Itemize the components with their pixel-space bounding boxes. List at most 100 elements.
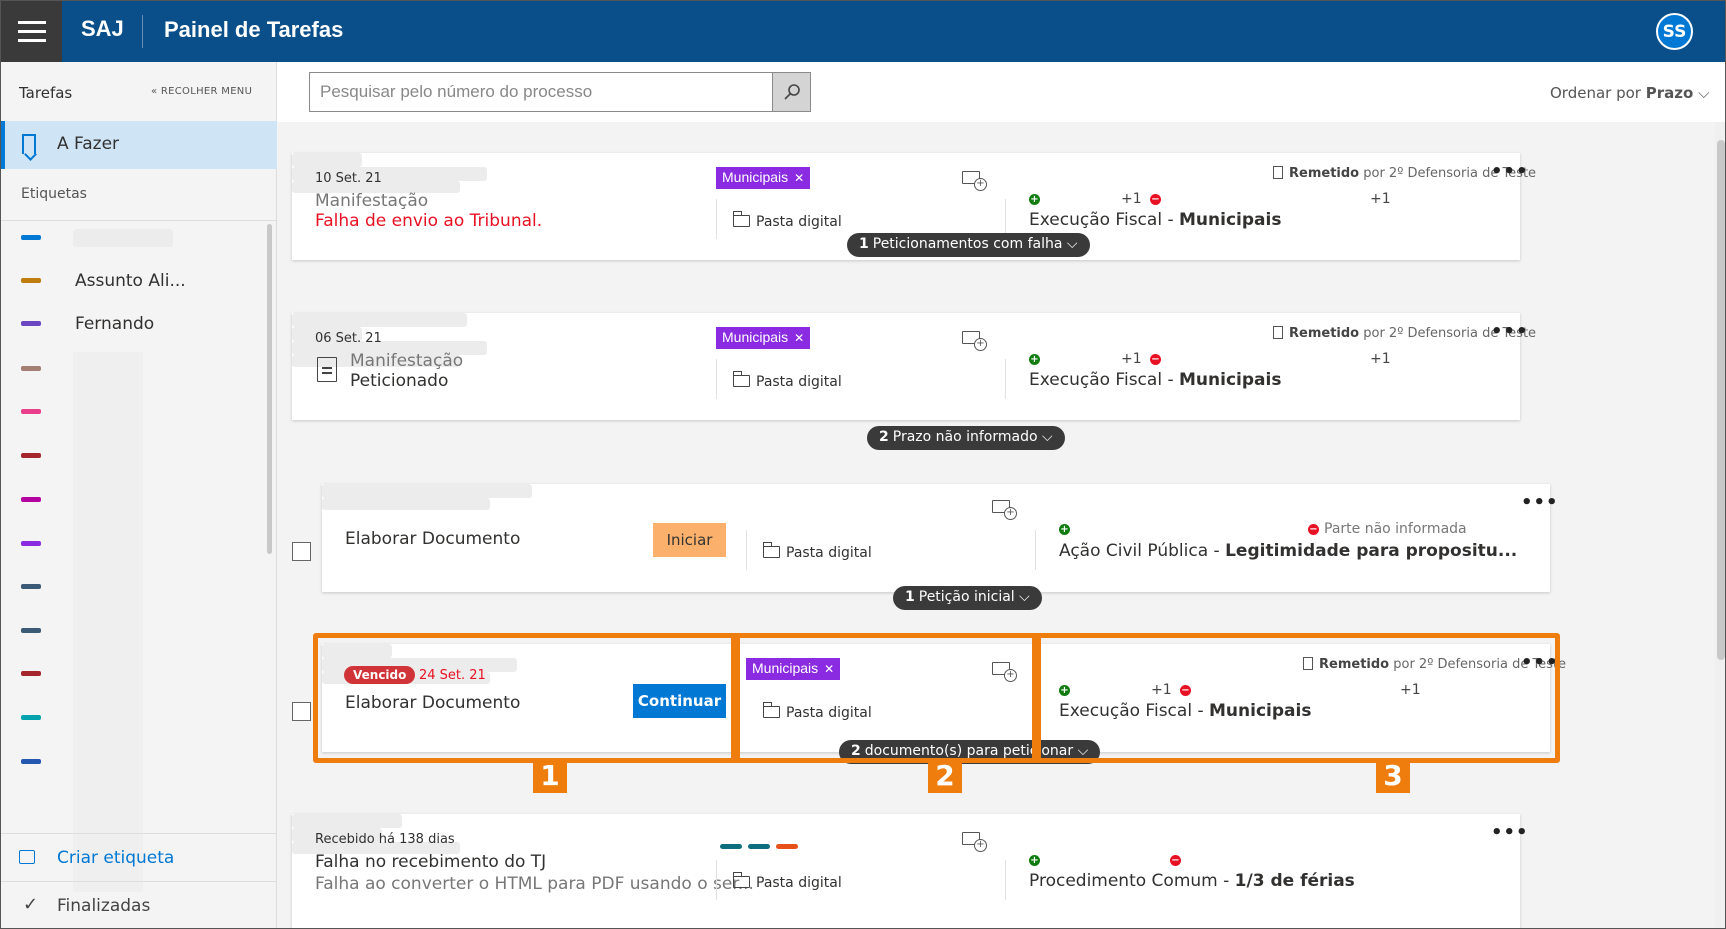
more-options-icon[interactable]: •••	[1491, 161, 1529, 182]
divider	[1005, 359, 1006, 399]
add-task-icon[interactable]	[992, 500, 1017, 520]
toolbar: Ordenar por Prazo ⌵	[277, 62, 1725, 122]
finished-tasks-item[interactable]: ✓ Finalizadas	[1, 881, 277, 928]
active-party-icon: +	[1059, 524, 1070, 535]
tag-chip[interactable]: Municipais ✕	[716, 167, 811, 189]
document-icon	[317, 357, 337, 382]
main-scrollbar[interactable]	[1715, 122, 1725, 928]
label-color-swatch	[21, 715, 41, 720]
remove-tag-icon[interactable]: ✕	[794, 331, 804, 345]
digital-folder-link[interactable]: Pasta digital	[732, 872, 842, 891]
label-color-swatch	[21, 628, 41, 633]
app-window: SAJ Painel de Tarefas SS Tarefas « RECOL…	[0, 0, 1726, 929]
label-item[interactable]	[21, 228, 251, 248]
process-class: Execução Fiscal - Municipais	[1029, 370, 1282, 390]
header-divider	[142, 15, 143, 48]
task-status: Peticionado	[350, 371, 448, 391]
label-item[interactable]: Fernando	[21, 314, 251, 334]
user-avatar[interactable]: SS	[1656, 13, 1693, 50]
task-date: 10 Set. 21	[315, 171, 382, 186]
label-color-swatch	[21, 453, 41, 458]
sort-value: Prazo	[1645, 84, 1694, 102]
chevron-down-icon: ⌵	[1042, 429, 1053, 445]
sort-dropdown[interactable]: Ordenar por Prazo ⌵	[1550, 84, 1709, 102]
folder-label: Pasta digital	[756, 875, 842, 891]
finished-label: Finalizadas	[57, 896, 151, 916]
hamburger-menu-icon[interactable]	[1, 1, 62, 62]
folder-label: Pasta digital	[786, 545, 872, 561]
pill-count: 1	[859, 236, 869, 252]
divider	[1035, 530, 1036, 570]
sort-prefix: Ordenar por	[1550, 84, 1641, 102]
chevron-down-icon: ⌵	[1698, 84, 1710, 102]
status-text: Peticionado	[350, 371, 449, 391]
folder-icon	[762, 542, 780, 558]
callout-box-2	[731, 633, 1041, 763]
create-label-button[interactable]: Criar etiqueta	[1, 833, 277, 881]
folder-label: Pasta digital	[756, 374, 842, 390]
tag-label: Municipais	[722, 169, 789, 185]
task-checkbox[interactable]	[292, 542, 311, 561]
add-task-icon[interactable]	[962, 331, 987, 351]
tag-chip[interactable]: Municipais ✕	[716, 327, 811, 349]
failed-filings-pill[interactable]: 1 Peticionamentos com falha ⌵	[847, 233, 1090, 257]
pill-label: Prazo não informado	[892, 429, 1038, 445]
digital-folder-link[interactable]: Pasta digital	[732, 211, 842, 230]
label-item[interactable]: Assunto Ali...	[21, 271, 251, 291]
active-party-icon: +	[1029, 194, 1040, 205]
task-date: 06 Set. 21	[315, 331, 382, 346]
tag-label: Municipais	[722, 329, 789, 345]
task-card[interactable]: 06 Set. 21 Manifestação Peticionado Muni…	[292, 313, 1536, 420]
search-icon	[783, 84, 800, 100]
blurred-label-text	[73, 229, 173, 247]
task-card[interactable]: Elaborar Documento Iniciar Pasta digital…	[322, 484, 1558, 592]
party-count[interactable]: +1	[1370, 191, 1391, 207]
party-count[interactable]: +1	[1121, 191, 1142, 207]
more-options-icon[interactable]: •••	[1491, 321, 1529, 342]
folder-label: Pasta digital	[756, 214, 842, 230]
sidebar-item-a-fazer[interactable]: A Fazer	[1, 121, 277, 169]
divider	[716, 199, 717, 239]
search-button[interactable]	[772, 72, 811, 112]
create-label-text: Criar etiqueta	[57, 848, 175, 868]
remove-tag-icon[interactable]: ✕	[794, 171, 804, 185]
pill-count: 1	[905, 589, 915, 605]
more-options-icon[interactable]: •••	[1521, 492, 1559, 513]
process-class: Execução Fiscal - Municipais	[1029, 210, 1282, 230]
collapse-menu-button[interactable]: « RECOLHER MENU	[151, 86, 252, 97]
divider	[1, 220, 277, 221]
task-checkbox[interactable]	[292, 702, 311, 721]
labels-heading: Etiquetas	[21, 186, 87, 202]
active-party-icon: +	[1029, 855, 1040, 866]
task-title: Elaborar Documento	[345, 529, 521, 549]
divider	[716, 359, 717, 399]
class-subject: 1/3 de férias	[1234, 871, 1355, 891]
class-name: Execução Fiscal	[1029, 370, 1163, 390]
checkmark-icon: ✓	[23, 894, 39, 915]
label-color-swatch	[21, 409, 41, 414]
initial-petition-pill[interactable]: 1 Petição inicial ⌵	[893, 586, 1042, 610]
callout-box-3	[1032, 633, 1560, 763]
label-color-swatch	[21, 278, 41, 283]
passive-party-icon: −	[1308, 524, 1319, 535]
digital-folder-link[interactable]: Pasta digital	[762, 542, 872, 561]
folder-icon	[732, 872, 750, 888]
start-button[interactable]: Iniciar	[653, 523, 726, 557]
search-input[interactable]	[309, 72, 773, 112]
party-count[interactable]: +1	[1370, 351, 1391, 367]
add-task-icon[interactable]	[962, 171, 987, 191]
document-forward-icon	[1273, 326, 1283, 339]
digital-folder-link[interactable]: Pasta digital	[732, 371, 842, 390]
label-dash	[720, 844, 742, 849]
scrollbar-thumb[interactable]	[1717, 140, 1725, 660]
sidebar-scrollbar[interactable]	[267, 224, 272, 554]
blurred-party	[292, 153, 362, 167]
more-options-icon[interactable]: •••	[1491, 822, 1529, 843]
chevron-down-icon: ⌵	[1019, 589, 1030, 605]
missing-deadline-pill[interactable]: 2 Prazo não informado ⌵	[867, 426, 1065, 450]
pill-count: 2	[879, 429, 889, 445]
party-count[interactable]: +1	[1121, 351, 1142, 367]
brand-logo[interactable]: SAJ	[81, 16, 124, 42]
task-card[interactable]: Recebido há 138 dias Falha no recebiment…	[292, 814, 1528, 928]
add-task-icon[interactable]	[962, 832, 987, 852]
